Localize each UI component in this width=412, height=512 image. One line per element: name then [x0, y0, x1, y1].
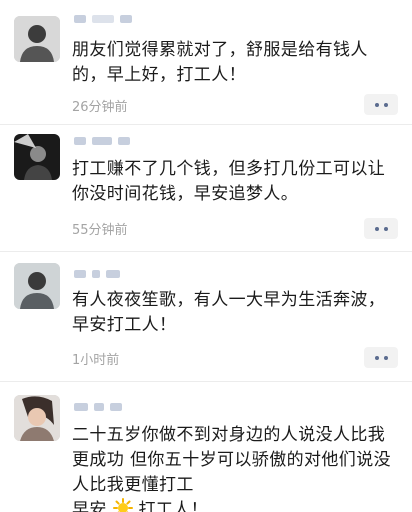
post-time: 26分钟前 — [72, 100, 128, 115]
more-dots-icon — [374, 102, 379, 107]
avatar-photo-icon — [14, 16, 60, 62]
more-button[interactable] — [364, 94, 398, 115]
post-time: 1小时前 — [72, 353, 120, 368]
post-text-line: 二十五岁你做不到对身边的人说没人比我 — [72, 425, 386, 445]
post-text: 朋友们觉得累就对了，舒服是给有钱人 的，早上好，打工人！ — [72, 40, 368, 85]
username-blurred[interactable] — [74, 269, 120, 279]
more-button[interactable] — [364, 347, 398, 368]
avatar[interactable] — [14, 16, 60, 62]
username-blurred[interactable] — [74, 402, 122, 412]
avatar[interactable] — [14, 263, 60, 309]
more-dots-icon — [374, 226, 379, 231]
more-button[interactable] — [364, 218, 398, 239]
post-text: 有人夜夜笙歌，有人一大早为生活奔波， 早安打工人！ — [72, 290, 386, 335]
avatar[interactable] — [14, 395, 60, 441]
divider — [0, 251, 412, 252]
avatar-photo-icon — [14, 134, 60, 180]
avatar[interactable] — [14, 134, 60, 180]
more-dots-icon — [374, 355, 379, 360]
divider — [0, 381, 412, 382]
post-time: 55分钟前 — [72, 223, 128, 238]
divider — [0, 124, 412, 125]
username-blurred[interactable] — [74, 14, 132, 24]
post-text-line: 人比我更懂打工 — [72, 475, 194, 495]
post-text-line: 更成功 但你五十岁可以骄傲的对他们说没 — [72, 450, 392, 470]
post-text-line: 早安 打工人！ — [72, 498, 402, 512]
avatar-photo-icon — [14, 263, 60, 309]
post-text: 二十五岁你做不到对身边的人说没人比我 更成功 但你五十岁可以骄傲的对他们说没 人… — [72, 423, 402, 512]
post-text-suffix: 打工人！ — [138, 500, 209, 512]
post-text-prefix: 早安 — [72, 500, 107, 512]
username-blurred[interactable] — [74, 136, 130, 146]
post-text: 打工赚不了几个钱，但多打几份工可以让 你没时间花钱，早安追梦人。 — [72, 159, 386, 204]
sun-emoji-icon — [112, 498, 133, 512]
avatar-photo-icon — [14, 395, 60, 441]
